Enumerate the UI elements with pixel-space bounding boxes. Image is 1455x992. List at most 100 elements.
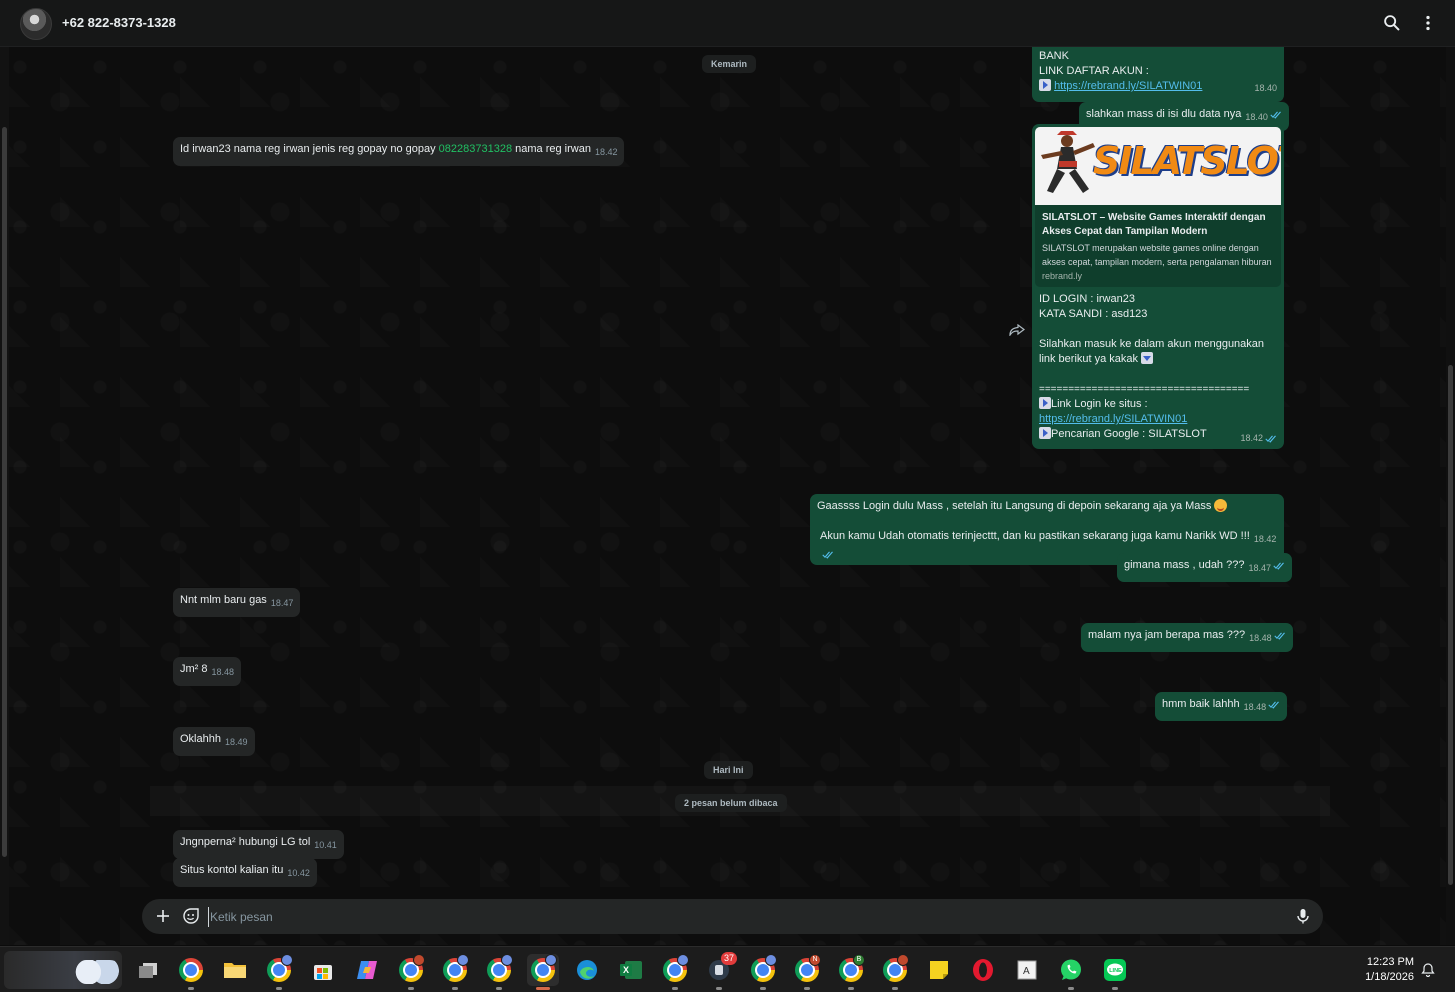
taskbar-chrome-3[interactable]	[395, 954, 427, 990]
play-emoji-icon	[1039, 427, 1051, 439]
fighter-illustration	[1041, 131, 1095, 193]
play-emoji-icon	[1039, 397, 1051, 409]
message-bubble-in[interactable]: Jm² 8 18.48	[173, 657, 242, 686]
more-options-icon[interactable]	[1417, 12, 1439, 34]
message-text: LINK DAFTAR AKUN :	[1039, 65, 1149, 77]
taskbar-copilot[interactable]	[351, 954, 383, 986]
separator-line: ====================================	[1039, 384, 1250, 395]
taskbar-chrome-5[interactable]	[483, 954, 515, 990]
taskbar-chrome-8[interactable]: N	[791, 954, 823, 990]
message-composer	[142, 899, 1323, 934]
smiling-face-emoji-icon	[1214, 499, 1228, 512]
profile-badge-icon	[765, 954, 777, 966]
read-receipt-icon	[1273, 562, 1284, 570]
folder-icon	[224, 963, 246, 978]
taskbar-chrome-6[interactable]	[659, 954, 691, 990]
profile-letter-badge: N	[809, 954, 821, 966]
message-time: 18.40	[1254, 83, 1277, 93]
taskbar-chrome-4[interactable]	[439, 954, 471, 990]
message-text: Nnt mlm baru gas	[180, 594, 267, 606]
taskbar-chrome-9[interactable]: B	[835, 954, 867, 990]
taskbar-file-explorer[interactable]	[219, 954, 251, 986]
phone-number-link[interactable]: 082283731328	[439, 143, 512, 155]
left-scrollbar[interactable]	[0, 47, 9, 945]
message-time: 18.48	[1243, 702, 1267, 712]
message-text: Gaassss Login dulu Mass , setelah itu La…	[817, 500, 1212, 512]
taskbar-chrome-2[interactable]	[263, 954, 295, 990]
google-search-line: Pencarian Google : SILATSLOT	[1051, 428, 1207, 440]
arrow-right-emoji-icon	[1039, 79, 1051, 91]
message-bubble-in[interactable]: Jngnperna² hubungi LG tol 10.41	[173, 830, 344, 859]
unread-messages-label: 2 pesan belum dibaca	[675, 794, 787, 812]
taskbar-whatsapp[interactable]	[1055, 954, 1087, 990]
arrow-down-emoji-icon	[1141, 352, 1154, 364]
profile-badge-icon	[545, 954, 557, 966]
microphone-icon[interactable]	[1294, 907, 1312, 925]
notification-bell-icon[interactable]	[1421, 963, 1435, 977]
message-text: hmm baik lahhh	[1162, 698, 1240, 710]
message-bubble-out[interactable]: BANK LINK DAFTAR AKUN : https://rebrand.…	[1032, 47, 1284, 102]
message-text: Id irwan23 nama reg irwan jenis reg gopa…	[180, 143, 439, 155]
taskbar-edge[interactable]	[571, 954, 603, 986]
taskbar-chrome-7[interactable]	[747, 954, 779, 990]
date-divider-today: Hari Ini	[704, 761, 753, 779]
message-time: 18.49	[224, 737, 248, 747]
message-bubble-in[interactable]: Nnt mlm baru gas 18.47	[173, 588, 301, 617]
contact-name[interactable]: +62 822-8373-1328	[62, 15, 176, 30]
profile-badge-icon	[897, 954, 909, 966]
message-time: 18.40	[1245, 112, 1268, 122]
taskbar-excel[interactable]: X	[615, 954, 647, 986]
message-input[interactable]	[208, 907, 1268, 927]
opera-icon	[973, 959, 993, 981]
sticker-emoji-icon[interactable]	[182, 907, 200, 925]
message-bubble-in[interactable]: Id irwan23 nama reg irwan jenis reg gopa…	[173, 137, 625, 166]
taskbar-line[interactable]: LINE	[1099, 954, 1131, 990]
text-editor-icon: A	[1017, 960, 1037, 980]
forward-icon[interactable]	[1009, 324, 1025, 336]
system-clock[interactable]: 12:23 PM 1/18/2026	[1350, 955, 1414, 985]
read-receipt-icon	[1268, 701, 1280, 709]
taskbar-store[interactable]	[307, 954, 339, 986]
message-text: Situs kontol kalian itu	[180, 864, 284, 876]
message-bubble-in[interactable]: Oklahhh 18.49	[173, 727, 255, 756]
message-text: gimana mass , udah ???	[1124, 559, 1245, 571]
login-link[interactable]: https://rebrand.ly/SILATWIN01	[1039, 413, 1187, 425]
banner-logo-text: SILATSLOT	[1093, 139, 1281, 183]
register-link[interactable]: https://rebrand.ly/SILATWIN01	[1054, 80, 1202, 92]
message-bubble-in[interactable]: Situs kontol kalian itu 10.42	[173, 858, 317, 887]
taskbar-opera[interactable]	[967, 954, 999, 986]
message-bubble-out[interactable]: gimana mass , udah ??? 18.47	[1117, 553, 1292, 582]
link-preview-domain: rebrand.ly	[1042, 271, 1083, 281]
taskbar-chrome-active[interactable]	[527, 954, 559, 990]
message-time: 18.47	[1248, 563, 1271, 573]
search-icon[interactable]	[1381, 12, 1403, 34]
contact-avatar[interactable]	[20, 8, 52, 40]
weather-widget[interactable]	[4, 951, 122, 989]
excel-icon: X	[620, 961, 642, 979]
message-bubble-out[interactable]: hmm baik lahhh 18.48	[1155, 692, 1288, 721]
login-link-label: Link Login ke situs :	[1051, 398, 1148, 410]
chat-scrollbar[interactable]	[1446, 47, 1455, 945]
message-bubble-out[interactable]: malam nya jam berapa mas ??? 18.48	[1081, 623, 1293, 652]
link-preview-title: SILATSLOT – Website Games Interaktif den…	[1042, 212, 1266, 237]
message-text: nama reg irwan	[512, 143, 591, 155]
taskbar-chrome-10[interactable]	[879, 954, 911, 990]
read-receipt-icon	[1274, 632, 1285, 640]
message-time: 10.42	[287, 868, 310, 878]
message-time: 10.41	[314, 840, 337, 850]
card-message-body: ID LOGIN : irwan23 KATA SANDI : asd123 S…	[1035, 287, 1281, 446]
taskbar-text-editor[interactable]: A	[1011, 954, 1043, 986]
message-text: Jngnperna² hubungi LG tol	[180, 836, 311, 848]
link-preview-description: SILATSLOT merupakan website games online…	[1042, 243, 1272, 267]
profile-badge-icon	[677, 954, 689, 966]
taskbar-chrome-1[interactable]	[175, 954, 207, 990]
attach-plus-icon[interactable]	[154, 907, 172, 925]
taskbar-app-notifications[interactable]: 37	[703, 952, 737, 990]
taskbar-sticky-notes[interactable]	[923, 954, 955, 986]
link-preview-image[interactable]: SILATSLOT	[1035, 127, 1281, 205]
task-view-button[interactable]	[132, 954, 164, 986]
svg-text:A: A	[1023, 966, 1030, 977]
profile-letter-badge: B	[853, 954, 865, 966]
link-preview-message[interactable]: SILATSLOT SILATSLOT – Website Games Inte…	[1032, 124, 1284, 449]
link-preview-box[interactable]: SILATSLOT – Website Games Interaktif den…	[1035, 205, 1281, 287]
